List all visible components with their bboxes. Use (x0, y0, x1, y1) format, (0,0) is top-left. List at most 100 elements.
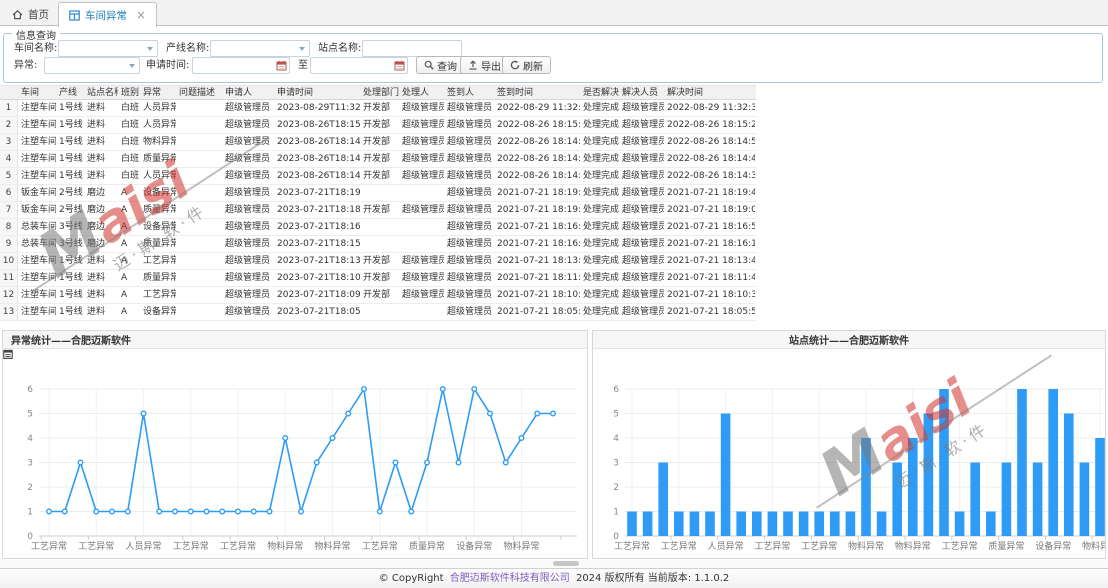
table-cell: 进料 (84, 270, 118, 286)
y-axis-label: 2 (27, 483, 33, 493)
export-icon (468, 60, 478, 70)
refresh-button[interactable]: 刷新 (502, 56, 551, 74)
table-row[interactable]: 1注塑车间1号线进料白班人员异常超级管理员2023-08-29T11:32:26… (0, 100, 756, 117)
table-row[interactable]: 13注塑车间1号线进料A设备异常超级管理员2023-07-21T18:05:20… (0, 304, 756, 321)
data-point (94, 509, 99, 514)
table-cell: 处理完成 (580, 304, 619, 320)
table-cell: 注塑车间 (18, 151, 56, 167)
workshop-name-select[interactable] (58, 40, 158, 57)
to-label: 至 (298, 57, 308, 74)
table-cell: 2022-08-26 18:14:43 (494, 151, 580, 167)
table-cell: 超级管理员 (444, 287, 494, 303)
table-row[interactable]: 10注塑车间1号线进料A工艺异常超级管理员2023-07-21T18:13:09… (0, 253, 756, 270)
column-header[interactable]: 申请人 (222, 86, 274, 99)
bar (658, 463, 668, 537)
table-row[interactable]: 6钣金车间2号线磨边A设备异常超级管理员2023-07-21T18:19:11超… (0, 185, 756, 202)
table-cell: 2021-07-21 18:13:43 (664, 253, 755, 269)
column-header[interactable]: 签到人 (444, 86, 494, 99)
table-cell: 超级管理员 (222, 270, 274, 286)
tab-home[interactable]: 首页 (2, 2, 59, 26)
station-name-input[interactable] (362, 40, 462, 57)
y-axis-label: 0 (613, 532, 619, 542)
table-row[interactable]: 9总装车间3号线磨边A质量异常超级管理员2023-07-21T18:15:46超… (0, 236, 756, 253)
row-number: 8 (0, 219, 18, 235)
column-header[interactable]: 处理部门 (360, 86, 399, 99)
table-cell: 1号线 (56, 100, 84, 116)
column-header[interactable]: 解决时间 (664, 86, 755, 99)
apply-time-from-input[interactable] (192, 57, 290, 74)
table-cell: 2021-07-21 18:16:16 (494, 236, 580, 252)
table-cell: 超级管理员 (619, 287, 664, 303)
table-cell: 总装车间 (18, 219, 56, 235)
table-cell: 2021-07-21 18:05:51 (664, 304, 755, 320)
bar (1017, 389, 1027, 536)
column-header[interactable]: 车间 (18, 86, 56, 99)
column-header[interactable]: 解决人员 (619, 86, 664, 99)
table-cell: 2021-07-21 18:10:36 (494, 287, 580, 303)
table-row[interactable]: 11注塑车间1号线进料A质量异常超级管理员2023-07-21T18:10:43… (0, 270, 756, 287)
table-cell: 超级管理员 (619, 202, 664, 218)
footer-suffix: 2024 版权所有 当前版本: 1.1.0.2 (576, 573, 729, 584)
column-header[interactable]: 站点名称 (84, 86, 118, 99)
x-axis-label: 工艺异常 (614, 540, 650, 552)
table-cell: 超级管理员 (399, 287, 444, 303)
column-header[interactable]: 产线 (56, 86, 84, 99)
column-header[interactable]: 异常 (140, 86, 176, 99)
table-row[interactable]: 12注塑车间1号线进料A工艺异常超级管理员2023-07-21T18:09:54… (0, 287, 756, 304)
chevron-down-icon (129, 64, 135, 68)
row-number: 10 (0, 253, 18, 269)
table-cell: 2021-07-21 18:16:17 (664, 236, 755, 252)
table-cell: 2023-08-26T18:15:16 (274, 117, 360, 133)
table-row[interactable]: 2注塑车间1号线进料白班人员异常超级管理员2023-08-26T18:15:16… (0, 117, 756, 134)
table-cell: 开发部 (360, 202, 399, 218)
table-cell: A (118, 270, 140, 286)
column-header[interactable]: 申请时间 (274, 86, 360, 99)
calendar-icon[interactable] (276, 60, 287, 71)
table-cell: 超级管理员 (444, 185, 494, 201)
footer-company-link[interactable]: 合肥迈斯软件科技有限公司 (450, 573, 570, 584)
table-row[interactable]: 7钣金车间2号线磨边A质量异常超级管理员2023-07-21T18:18:37开… (0, 202, 756, 219)
calendar-icon[interactable] (394, 60, 405, 71)
tab-workshop-abnormal[interactable]: 车间异常 × (58, 2, 157, 27)
column-header[interactable]: 问题描述 (176, 86, 222, 99)
table-cell: 2022-08-29 11:32:33 (494, 100, 580, 116)
table-cell: 1号线 (56, 253, 84, 269)
data-point (283, 436, 288, 441)
table-cell: 进料 (84, 151, 118, 167)
column-header[interactable]: 班别 (118, 86, 140, 99)
table-row[interactable]: 5注塑车间1号线进料白班人员异常超级管理员2023-08-26T18:14:19… (0, 168, 756, 185)
table-cell (176, 151, 222, 167)
table-row[interactable]: 4注塑车间1号线进料白班质量异常超级管理员2023-08-26T18:14:37… (0, 151, 756, 168)
table-cell: 2号线 (56, 202, 84, 218)
table-row[interactable]: 8总装车间3号线磨边A设备异常超级管理员2023-07-21T18:16:22超… (0, 219, 756, 236)
line-name-select[interactable] (210, 40, 310, 57)
apply-time-to-input[interactable] (310, 57, 408, 74)
footer: © CopyRight 合肥迈斯软件科技有限公司 2024 版权所有 当前版本:… (0, 568, 1108, 588)
bar (1048, 389, 1058, 536)
column-header[interactable]: 是否解决 (580, 86, 619, 99)
y-axis-label: 3 (27, 459, 33, 469)
table-cell (176, 219, 222, 235)
scrollbar-thumb[interactable] (553, 561, 579, 566)
tab-close-icon[interactable]: × (136, 10, 146, 20)
table-row[interactable]: 3注塑车间1号线进料白班物料异常超级管理员2023-08-26T18:14:48… (0, 134, 756, 151)
horizontal-scrollbar (0, 560, 1108, 568)
table-cell: 1号线 (56, 117, 84, 133)
abnormal-select[interactable] (44, 57, 140, 74)
series-line (49, 389, 553, 512)
table-cell: 超级管理员 (619, 219, 664, 235)
column-header[interactable]: 签到时间 (494, 86, 580, 99)
table-cell: 2023-07-21T18:10:43 (274, 270, 360, 286)
column-header[interactable]: 处理人 (399, 86, 444, 99)
table-header: 车间产线站点名称班别异常问题描述申请人申请时间处理部门处理人签到人签到时间是否解… (0, 85, 756, 100)
table-cell: 总装车间 (18, 236, 56, 252)
table-cell: 2023-08-29T11:32:26 (274, 100, 360, 116)
search-button[interactable]: 查询 (416, 56, 465, 74)
footer-prefix: © CopyRight (379, 573, 444, 584)
workshop-name-label: 车间名称: (14, 40, 57, 57)
table-cell: 钣金车间 (18, 185, 56, 201)
row-number: 2 (0, 117, 18, 133)
table-cell: 进料 (84, 287, 118, 303)
data-point (236, 509, 241, 514)
table-cell: 超级管理员 (399, 151, 444, 167)
